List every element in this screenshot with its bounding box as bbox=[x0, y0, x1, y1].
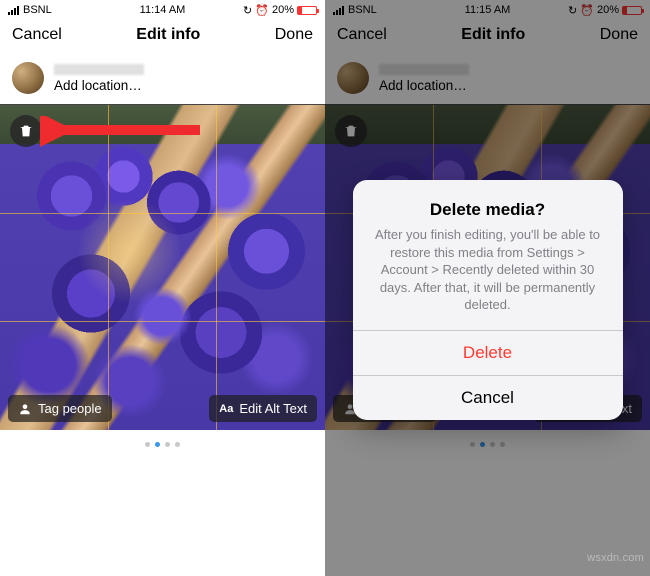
battery-icon bbox=[297, 6, 317, 15]
dot-active[interactable] bbox=[155, 442, 160, 447]
screen-edit-info: BSNL 11:14 AM ↻ ⏰ 20% Cancel Edit info D… bbox=[0, 0, 325, 576]
dot[interactable] bbox=[165, 442, 170, 447]
two-screenshots: BSNL 11:14 AM ↻ ⏰ 20% Cancel Edit info D… bbox=[0, 0, 650, 576]
photo-content bbox=[0, 105, 325, 430]
alert-delete-button[interactable]: Delete bbox=[353, 330, 623, 375]
carousel-dots bbox=[0, 430, 325, 459]
status-bar: BSNL 11:14 AM ↻ ⏰ 20% bbox=[0, 0, 325, 18]
tag-people-button[interactable]: Tag people bbox=[8, 395, 112, 422]
alert-message: After you finish editing, you'll be able… bbox=[371, 226, 605, 314]
aa-icon: Aa bbox=[219, 403, 233, 415]
delete-media-button[interactable] bbox=[10, 115, 42, 147]
edit-alt-text-button[interactable]: Aa Edit Alt Text bbox=[209, 395, 317, 422]
dot[interactable] bbox=[145, 442, 150, 447]
alarm-icon: ⏰ bbox=[255, 4, 269, 17]
carrier-label: BSNL bbox=[23, 4, 52, 16]
post-header: Add location… bbox=[0, 54, 325, 105]
edit-alt-label: Edit Alt Text bbox=[239, 401, 307, 416]
page-title: Edit info bbox=[136, 26, 200, 44]
cancel-button[interactable]: Cancel bbox=[12, 26, 62, 44]
watermark: wsxdn.com bbox=[587, 552, 644, 564]
done-button[interactable]: Done bbox=[275, 26, 313, 44]
dot[interactable] bbox=[175, 442, 180, 447]
signal-icon bbox=[8, 6, 19, 15]
battery-pct: 20% bbox=[272, 4, 294, 16]
alert-cancel-button[interactable]: Cancel bbox=[353, 375, 623, 420]
orientation-lock-icon: ↻ bbox=[243, 4, 252, 17]
alert-title: Delete media? bbox=[371, 200, 605, 220]
username-redacted bbox=[54, 64, 144, 75]
status-time: 11:14 AM bbox=[140, 4, 186, 16]
tag-people-label: Tag people bbox=[38, 401, 102, 416]
photo-area[interactable]: Tag people Aa Edit Alt Text bbox=[0, 105, 325, 430]
screen-delete-dialog: BSNL 11:15 AM ↻ ⏰ 20% Cancel Edit info D… bbox=[325, 0, 650, 576]
delete-alert: Delete media? After you finish editing, … bbox=[353, 180, 623, 420]
person-icon bbox=[18, 402, 32, 416]
nav-bar: Cancel Edit info Done bbox=[0, 18, 325, 54]
trash-icon bbox=[18, 123, 34, 139]
avatar[interactable] bbox=[12, 62, 44, 94]
add-location-button[interactable]: Add location… bbox=[54, 78, 313, 93]
